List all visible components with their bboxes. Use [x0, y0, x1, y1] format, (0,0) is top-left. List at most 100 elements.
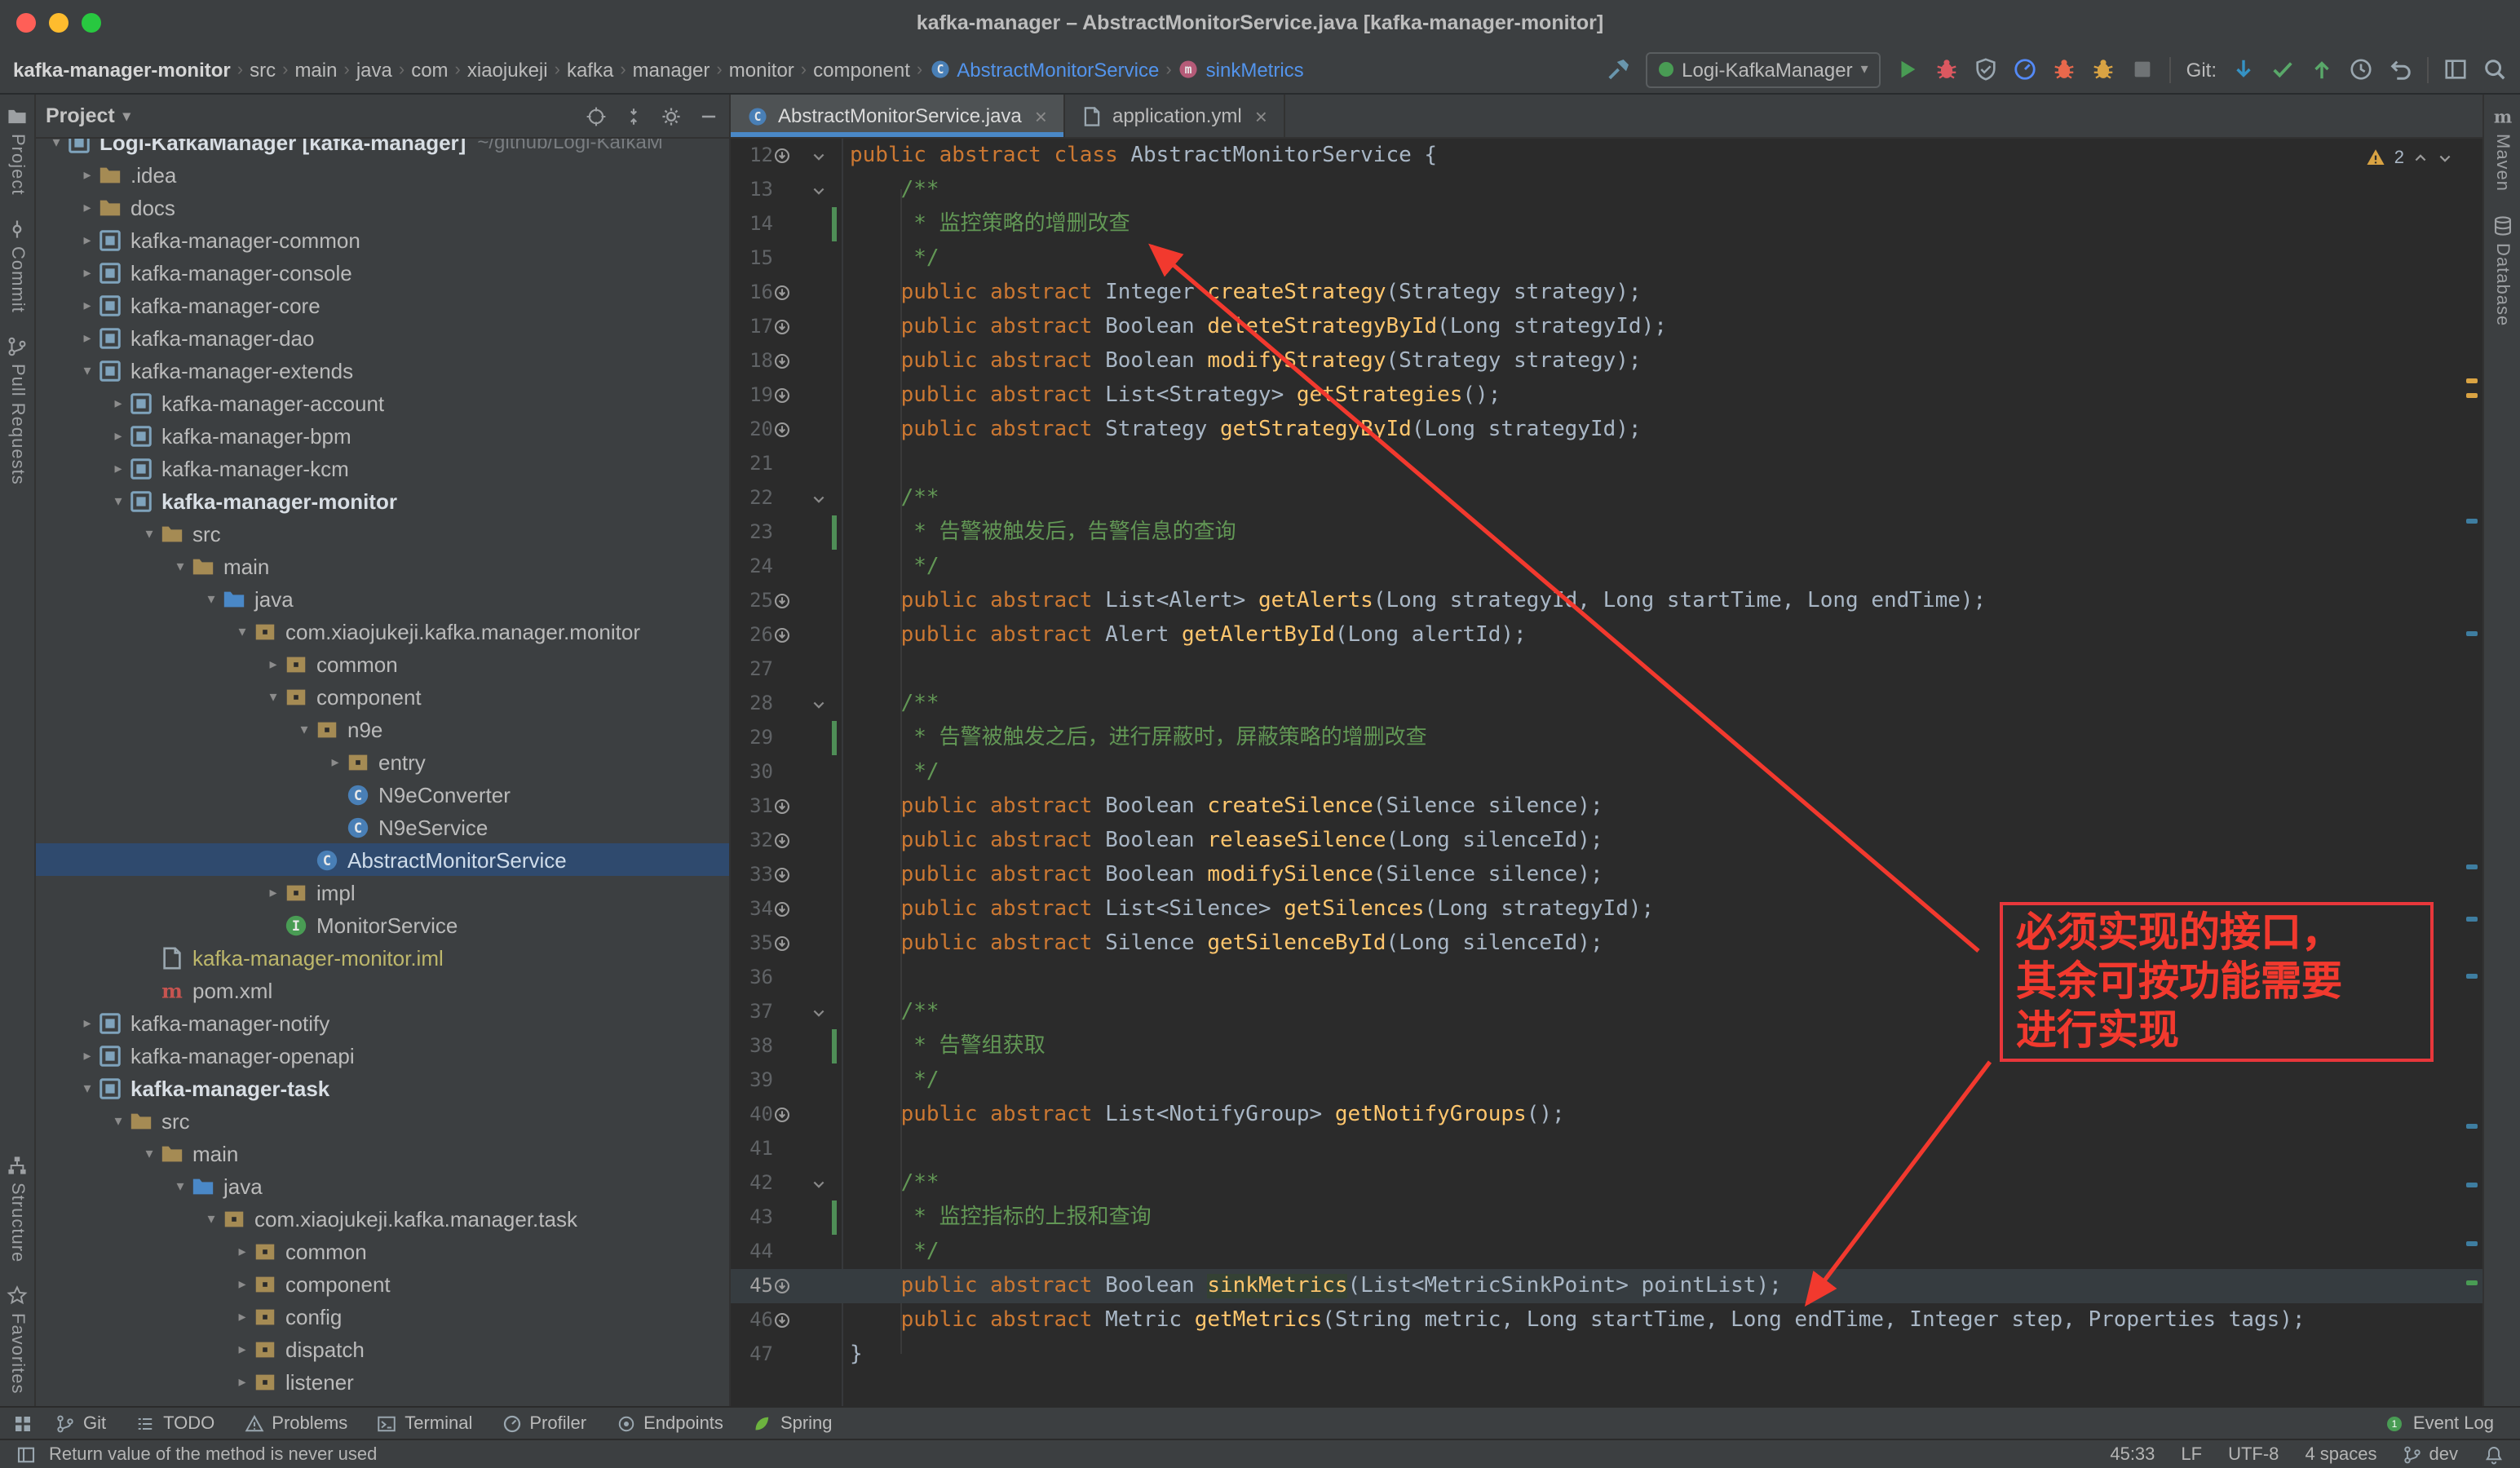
select-opened-file-icon[interactable] — [586, 105, 607, 126]
tree-item-docs[interactable]: ▸docs — [36, 191, 729, 223]
collapsed-icon[interactable]: ▸ — [77, 329, 98, 347]
tree-item-main[interactable]: ▾main — [36, 550, 729, 582]
implemented-marker-icon[interactable] — [773, 626, 791, 644]
breadcrumb-item[interactable]: AbstractMonitorService — [929, 58, 1159, 81]
expanded-icon[interactable]: ▾ — [108, 1112, 129, 1130]
code-line[interactable]: 25 public abstract List<Alert> getAlerts… — [731, 584, 2482, 618]
stripe-button-favorites[interactable]: Favorites — [0, 1275, 34, 1407]
expanded-icon[interactable]: ▾ — [201, 1209, 222, 1227]
code-line[interactable]: 32 public abstract Boolean releaseSilenc… — [731, 824, 2482, 858]
tree-item-kafka-manager-common[interactable]: ▸kafka-manager-common — [36, 223, 729, 256]
inspections-widget[interactable]: 2 — [2365, 147, 2453, 168]
collapsed-icon[interactable]: ▸ — [232, 1242, 253, 1260]
stripe-button-structure[interactable]: Structure — [0, 1143, 34, 1274]
git-update-button[interactable] — [2231, 57, 2256, 82]
code-line[interactable]: 19 public abstract List<Strategy> getStr… — [731, 378, 2482, 413]
code-line[interactable]: 15 */ — [731, 241, 2482, 276]
breadcrumb-item[interactable]: java — [356, 58, 392, 81]
attach-profiler-icon[interactable] — [2053, 57, 2077, 82]
expanded-icon[interactable]: ▾ — [139, 524, 160, 542]
collapsed-icon[interactable]: ▸ — [77, 231, 98, 249]
prev-issue-icon[interactable] — [2412, 149, 2429, 166]
build-hammer-icon[interactable] — [1607, 57, 1631, 82]
collapsed-icon[interactable]: ▸ — [77, 198, 98, 216]
hide-panel-icon[interactable] — [698, 105, 719, 126]
tree-item-kafka-manager-task[interactable]: ▾kafka-manager-task — [36, 1072, 729, 1104]
encoding-select[interactable]: UTF-8 — [2228, 1444, 2279, 1464]
stripe-button-project[interactable]: Project — [0, 95, 34, 207]
code-line[interactable]: 40 public abstract List<NotifyGroup> get… — [731, 1098, 2482, 1132]
close-icon[interactable]: × — [1035, 104, 1047, 128]
tree-item-kafka-manager-dao[interactable]: ▸kafka-manager-dao — [36, 321, 729, 354]
implemented-marker-icon[interactable] — [773, 1106, 791, 1124]
tree-item-kafka-manager-core[interactable]: ▸kafka-manager-core — [36, 289, 729, 321]
tree-item-com-xiaojukeji-kafka-manager-task[interactable]: ▾com.xiaojukeji.kafka.manager.task — [36, 1202, 729, 1235]
tree-item-abstractmonitorservice[interactable]: AbstractMonitorService — [36, 843, 729, 876]
collapsed-icon[interactable]: ▸ — [108, 394, 129, 412]
tree-item-n9eservice[interactable]: N9eService — [36, 811, 729, 843]
code-line[interactable]: 46 public abstract Metric getMetrics(Str… — [731, 1303, 2482, 1338]
tree-item-common[interactable]: ▸common — [36, 1235, 729, 1267]
stripe-mark[interactable] — [2466, 393, 2478, 398]
toolwindow-button-endpoints[interactable]: Endpoints — [603, 1407, 736, 1439]
breadcrumb-item[interactable]: kafka — [567, 58, 613, 81]
collapsed-icon[interactable]: ▸ — [263, 883, 284, 901]
tree-item-kafka-manager-monitor-iml[interactable]: kafka-manager-monitor.iml — [36, 941, 729, 974]
close-icon[interactable]: × — [1255, 104, 1267, 128]
tree-item-java[interactable]: ▾java — [36, 1170, 729, 1202]
tree-item-kafka-manager-extends[interactable]: ▾kafka-manager-extends — [36, 354, 729, 387]
expanded-icon[interactable]: ▾ — [139, 1144, 160, 1162]
implemented-marker-icon[interactable] — [773, 900, 791, 918]
implemented-marker-icon[interactable] — [773, 866, 791, 884]
stripe-mark[interactable] — [2466, 974, 2478, 979]
profiler-button[interactable] — [2014, 57, 2038, 82]
collapsed-icon[interactable]: ▸ — [263, 655, 284, 673]
fold-chevron-icon[interactable] — [811, 182, 827, 198]
tree-item-kafka-manager-openapi[interactable]: ▸kafka-manager-openapi — [36, 1039, 729, 1072]
notifications-bell-icon[interactable] — [2484, 1444, 2504, 1464]
implemented-marker-icon[interactable] — [773, 387, 791, 405]
implemented-marker-icon[interactable] — [773, 284, 791, 302]
fold-chevron-icon[interactable] — [811, 1004, 827, 1020]
panel-icon[interactable] — [16, 1444, 36, 1464]
code-line[interactable]: 44 */ — [731, 1235, 2482, 1269]
code-line[interactable]: 39 */ — [731, 1063, 2482, 1098]
tree-item-component[interactable]: ▾component — [36, 680, 729, 713]
code-line[interactable]: 23 * 告警被触发后，告警信息的查询 — [731, 515, 2482, 550]
code-line[interactable]: 17 public abstract Boolean deleteStrateg… — [731, 310, 2482, 344]
code-line[interactable]: 18 public abstract Boolean modifyStrateg… — [731, 344, 2482, 378]
breadcrumb-item[interactable]: main — [294, 58, 337, 81]
breadcrumb-item[interactable]: xiaojukeji — [467, 58, 548, 81]
tree-item-dispatch[interactable]: ▸dispatch — [36, 1333, 729, 1365]
code-line[interactable]: 20 public abstract Strategy getStrategyB… — [731, 413, 2482, 447]
code-line[interactable]: 24 */ — [731, 550, 2482, 584]
stripe-button-database[interactable]: Database — [2484, 203, 2520, 337]
stripe-mark[interactable] — [2466, 1124, 2478, 1129]
stripe-button-pull-requests[interactable]: Pull Requests — [0, 324, 34, 496]
expanded-icon[interactable]: ▾ — [232, 622, 253, 640]
tab-abstractmonitorservice-java[interactable]: AbstractMonitorService.java× — [731, 95, 1065, 137]
code-line[interactable]: 28 /** — [731, 687, 2482, 721]
expanded-icon[interactable]: ▾ — [201, 590, 222, 608]
breadcrumb-item[interactable]: manager — [633, 58, 710, 81]
gear-icon[interactable] — [661, 105, 682, 126]
stripe-mark[interactable] — [2466, 1241, 2478, 1246]
tree-item-pom-xml[interactable]: pom.xml — [36, 974, 729, 1006]
git-push-button[interactable] — [2310, 57, 2334, 82]
toolwindow-button-terminal[interactable]: Terminal — [364, 1407, 485, 1439]
implemented-marker-icon[interactable] — [773, 352, 791, 370]
collapsed-icon[interactable]: ▸ — [232, 1373, 253, 1391]
breadcrumb-item[interactable]: com — [411, 58, 448, 81]
breadcrumb-item[interactable]: monitor — [729, 58, 794, 81]
close-window-button[interactable] — [16, 13, 36, 33]
toolwindow-button-event-log[interactable]: Event Log — [2372, 1407, 2507, 1439]
toolwindow-button-profiler[interactable]: Profiler — [489, 1407, 599, 1439]
implemented-marker-icon[interactable] — [773, 935, 791, 953]
tree-item--idea[interactable]: ▸.idea — [36, 158, 729, 191]
run-button[interactable] — [1896, 57, 1921, 82]
code-line[interactable]: 41 — [731, 1132, 2482, 1166]
stripe-mark[interactable] — [2466, 378, 2478, 383]
tree-item-kafka-manager-kcm[interactable]: ▸kafka-manager-kcm — [36, 452, 729, 484]
fullscreen-window-button[interactable] — [82, 13, 101, 33]
tree-item-kafka-manager-monitor[interactable]: ▾kafka-manager-monitor — [36, 484, 729, 517]
